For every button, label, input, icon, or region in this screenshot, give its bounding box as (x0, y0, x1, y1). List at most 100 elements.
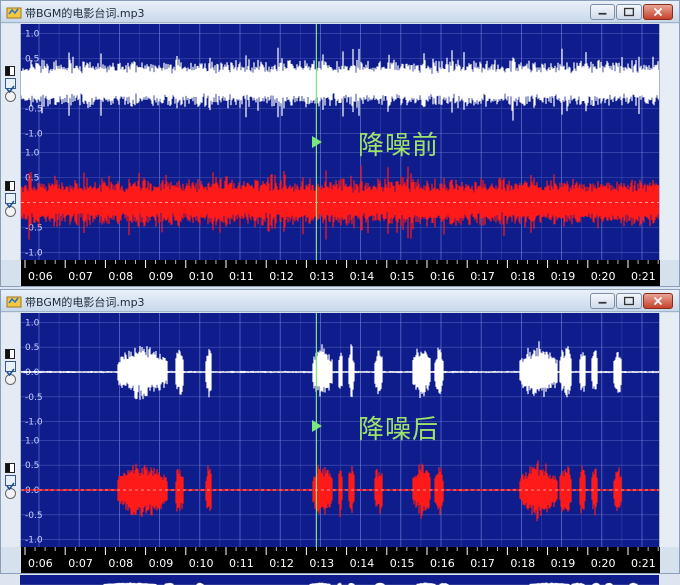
time-label: 0:18 (510, 270, 535, 283)
app-icon (6, 7, 22, 19)
minimize-icon (598, 301, 607, 304)
time-label: 0:20 (591, 270, 616, 283)
annotation-label: 降噪后 (358, 415, 440, 445)
time-label: 0:06 (28, 557, 53, 570)
amplitude-label: 1.0 (25, 30, 40, 40)
track-2-controls[interactable] (5, 463, 17, 499)
amplitude-label: 0.5 (25, 55, 39, 65)
time-label: 0:18 (510, 557, 535, 570)
time-label: 0:16 (430, 270, 455, 283)
time-label: 0:15 (390, 557, 415, 570)
waveform-canvas[interactable]: 1.00.50.0-0.5-1.01.00.50.0-0.5-1.0 (21, 24, 660, 260)
waveform-plot[interactable]: 1.0 0.5 0.0 -0.5 -1.0 1.0 0.5 0.0 -0.5 -1.0 (21, 313, 660, 547)
close-button[interactable] (643, 4, 673, 20)
time-label: 0:17 (470, 270, 495, 283)
time-ruler[interactable]: 0:06 0:07 0:08 0:09 0:10 0:11 0:12 0:13 0:14 0:15… (21, 547, 660, 573)
time-label: 0:10 (189, 557, 214, 570)
track-enable-checkbox[interactable] (5, 475, 16, 491)
time-label: 0:13 (309, 270, 334, 283)
track-enable-checkbox[interactable] (5, 193, 16, 209)
app-icon (6, 296, 22, 308)
time-label: 0:10 (189, 270, 214, 283)
minimize-icon (598, 12, 607, 15)
amplitude-label: -1.0 (25, 248, 43, 258)
amplitude-label: 0.5 (25, 343, 39, 353)
time-label: 0:11 (229, 270, 254, 283)
title-bar[interactable]: 带BGM的电影台词.mp3 (1, 290, 679, 312)
annotation-label: 降噪前 (358, 131, 440, 161)
waveform-window-before[interactable]: 带BGM的电影台词.mp3 1.0 0.5 0.0 -0.5 -1.0 1.0 … (0, 0, 680, 287)
maximize-button[interactable] (616, 293, 642, 309)
checkmark-icon (6, 200, 15, 209)
track-select-icon[interactable] (5, 181, 15, 191)
time-label: 0:14 (350, 270, 375, 283)
time-label: 0:17 (470, 557, 495, 570)
amplitude-label: 0.5 (25, 461, 39, 471)
track-1-controls[interactable] (5, 66, 17, 102)
track-enable-checkbox[interactable] (5, 78, 16, 94)
track-controls (1, 313, 21, 547)
overview-waveform (20, 582, 659, 585)
checkmark-icon (6, 482, 15, 491)
track-enable-checkbox[interactable] (5, 361, 16, 377)
play-icon[interactable] (312, 420, 322, 432)
waveform-canvas[interactable]: 1.00.50.0-0.5-1.01.00.50.0-0.5-1.0 (21, 313, 660, 547)
amplitude-label: -1.0 (25, 536, 43, 546)
maximize-icon (623, 7, 635, 17)
track-controls (1, 24, 21, 260)
waveform-series (21, 341, 660, 400)
amplitude-label: 0.5 (25, 174, 39, 184)
amplitude-label: -1.0 (25, 129, 43, 139)
overview-strip[interactable] (20, 575, 659, 585)
vertical-scrollbar[interactable] (659, 24, 679, 260)
time-label: 0:11 (229, 557, 254, 570)
time-label: 0:19 (551, 270, 576, 283)
track-select-icon[interactable] (5, 349, 15, 359)
waveform-window-after[interactable]: 带BGM的电影台词.mp3 1.0 0.5 0.0 -0.5 -1.0 1.0 … (0, 289, 680, 574)
track-select-icon[interactable] (5, 66, 15, 76)
maximize-button[interactable] (616, 4, 642, 20)
close-icon (653, 296, 663, 306)
window-title: 带BGM的电影台词.mp3 (25, 296, 145, 309)
time-label: 0:16 (430, 557, 455, 570)
time-label: 0:19 (551, 557, 576, 570)
amplitude-label: -0.5 (25, 223, 43, 233)
time-label: 0:07 (68, 557, 93, 570)
time-label: 0:21 (631, 270, 656, 283)
amplitude-label: 1.0 (25, 436, 40, 446)
play-icon[interactable] (312, 136, 322, 148)
close-icon (653, 7, 663, 17)
minimize-button[interactable] (590, 293, 615, 309)
time-label: 0:21 (631, 557, 656, 570)
time-label: 0:13 (309, 557, 334, 570)
time-label: 0:07 (68, 270, 93, 283)
time-label: 0:14 (350, 557, 375, 570)
amplitude-label: -0.5 (25, 393, 43, 403)
amplitude-label: -0.5 (25, 511, 43, 521)
time-ruler-canvas: 0:06 0:07 0:08 0:09 0:10 0:11 0:12 0:13 0:14 0:15… (24, 260, 659, 283)
amplitude-label: -0.5 (25, 104, 43, 114)
time-label: 0:20 (591, 557, 616, 570)
time-label: 0:08 (108, 557, 133, 570)
time-label: 0:08 (108, 270, 133, 283)
track-1-controls[interactable] (5, 349, 17, 385)
time-label: 0:09 (149, 557, 174, 570)
time-label: 0:09 (149, 270, 174, 283)
waveform-series (21, 460, 660, 522)
minimize-button[interactable] (590, 4, 615, 20)
track-2-controls[interactable] (5, 181, 17, 217)
checkmark-icon (6, 368, 15, 377)
time-label: 0:06 (28, 270, 53, 283)
window-title: 带BGM的电影台词.mp3 (25, 7, 145, 20)
time-ruler-canvas: 0:06 0:07 0:08 0:09 0:10 0:11 0:12 0:13 0:14 0:15… (24, 547, 659, 570)
amplitude-label: 1.0 (25, 318, 40, 328)
time-label: 0:12 (269, 557, 294, 570)
time-label: 0:15 (390, 270, 415, 283)
close-button[interactable] (643, 293, 673, 309)
vertical-scrollbar[interactable] (659, 313, 679, 547)
time-ruler[interactable]: 0:06 0:07 0:08 0:09 0:10 0:11 0:12 0:13 0:14 0:15… (21, 260, 660, 286)
maximize-icon (623, 296, 635, 306)
waveform-plot[interactable]: 1.0 0.5 0.0 -0.5 -1.0 1.0 0.5 0.0 -0.5 -1.0 (21, 24, 660, 260)
title-bar[interactable]: 带BGM的电影台词.mp3 (1, 1, 679, 23)
track-select-icon[interactable] (5, 463, 15, 473)
